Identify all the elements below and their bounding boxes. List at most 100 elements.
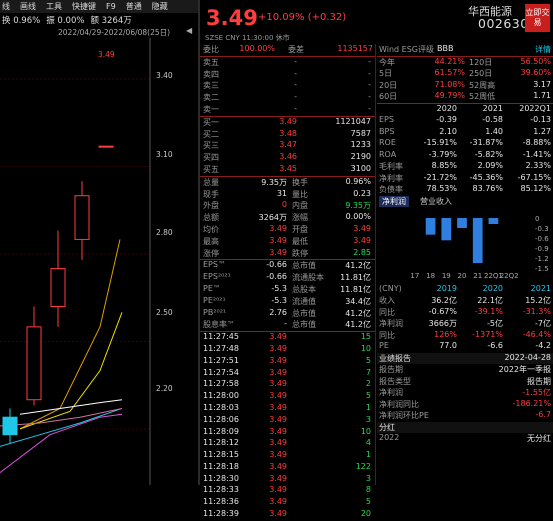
turnover-text: 换 0.96%	[2, 15, 41, 26]
menu-tools[interactable]: 工具	[46, 1, 62, 12]
bid-label: 买四	[203, 153, 219, 163]
menu-normal[interactable]: 普通	[126, 1, 142, 12]
menu-shortcut[interactable]: 快捷键	[72, 1, 96, 12]
bid-price: 3.47	[279, 140, 297, 150]
annual-value: 22.1亿	[477, 296, 503, 305]
tick-volume: 15	[360, 332, 371, 342]
ask-price: -	[294, 56, 297, 66]
tick-price: 3.49	[269, 379, 287, 389]
fin-row: 净利率 -21.72% -45.36% -67.15%	[377, 173, 553, 185]
tick-volume: 2	[365, 379, 371, 389]
menu-draw[interactable]: 画线	[20, 1, 36, 12]
tick-volume: 5	[365, 355, 371, 365]
diff-value: 1135157	[337, 44, 373, 53]
profit-bar	[441, 217, 452, 240]
tick-time: 11:27:58	[203, 379, 239, 389]
fund-value: 11.81亿	[340, 273, 371, 283]
stat-label: 均价	[203, 224, 219, 234]
bid-row[interactable]: 买三 3.47 1233	[200, 140, 375, 152]
ask-row[interactable]: 卖三 - -	[200, 80, 375, 92]
ask-volume: -	[368, 80, 371, 90]
ask-row[interactable]: 卖五 - -	[200, 57, 375, 69]
menu-hide[interactable]: 隐藏	[152, 1, 168, 12]
esg-detail-link[interactable]: 详情	[535, 44, 551, 55]
fin-label: 毛利率	[379, 162, 403, 171]
bid-price: 3.46	[279, 152, 297, 162]
bid-row[interactable]: 买二 3.48 7587	[200, 129, 375, 141]
diff-label: 委差	[288, 45, 304, 54]
annual-year: 2021	[530, 283, 551, 293]
fin-value: -3.79%	[428, 149, 457, 159]
tab-net-profit[interactable]: 净利润	[379, 195, 409, 207]
perf-value: 49.79%	[434, 91, 465, 100]
trade-button[interactable]: 立即交易	[525, 4, 550, 32]
tick-volume: 5	[365, 391, 371, 401]
fin-label: BPS	[379, 126, 395, 136]
tick-price: 3.49	[269, 343, 287, 353]
perf-label: 20日	[379, 80, 398, 90]
bar-xlabel: 17	[410, 272, 419, 280]
fund-value: -0.66	[266, 260, 287, 270]
fin-value: 2.10	[439, 126, 457, 136]
ask-row[interactable]: 卖二 - -	[200, 92, 375, 104]
profit-bar	[425, 217, 436, 235]
stat-label: 开盘	[292, 224, 308, 234]
tick-volume: 1	[365, 402, 371, 412]
tab-revenue[interactable]: 营业收入	[417, 196, 455, 207]
tick-volume: 20	[360, 509, 371, 519]
annual-value: 126%	[434, 329, 457, 339]
tick-price: 3.49	[269, 414, 287, 424]
fin-row: EPS -0.39 -0.58 -0.13	[377, 115, 553, 127]
menu-f9[interactable]: F9	[106, 2, 116, 11]
tick-price: 3.49	[269, 426, 287, 436]
fin-label: 负债率	[379, 185, 403, 194]
stat-label: 外盘	[203, 201, 219, 211]
stat-label: 最低	[292, 236, 308, 246]
report-value: -186.21%	[512, 398, 551, 408]
ask-row[interactable]: 卖一 - -	[200, 104, 375, 116]
annual-value: -1371%	[472, 329, 503, 339]
ask-row[interactable]: 卖四 - -	[200, 69, 375, 81]
fin-label: ROE	[379, 138, 396, 147]
perf-label: 52周低	[469, 92, 496, 101]
bar-ylabel: -0.6	[535, 235, 549, 243]
fund-row: PE™ -5.3 总股本 11.81亿	[200, 284, 375, 296]
report-label: 净利润环比PE	[379, 411, 429, 420]
bar-xlabel: 19	[442, 272, 451, 280]
fund-row: 股息率™ - 总市值 41.2亿	[200, 319, 375, 331]
stock-code: 002630	[478, 16, 529, 31]
ask-price: -	[294, 103, 297, 113]
dividend-value: 无分红	[527, 434, 551, 443]
fund-value: 2.76	[269, 307, 287, 317]
bid-row[interactable]: 买五 3.45 3100	[200, 164, 375, 176]
perf-label: 60日	[379, 92, 398, 101]
tick-time: 11:28:15	[203, 450, 239, 460]
ratio-value: 100.00%	[239, 44, 275, 53]
fin-value: -21.72%	[423, 172, 457, 182]
bid-row[interactable]: 买一 3.49 1121047	[200, 117, 375, 129]
report-row: 净利润同比 -186.21%	[377, 399, 553, 411]
stat-value: 0.96%	[345, 176, 371, 186]
tick-price: 3.49	[269, 509, 287, 519]
price-tick: 2.80	[156, 228, 173, 237]
tick-row: 11:28:09 3.49 10	[200, 427, 375, 439]
tick-time: 11:28:12	[203, 438, 239, 448]
menu-line[interactable]: 线	[2, 1, 10, 12]
fin-value: 2.09%	[477, 161, 503, 170]
annual-value: 15.2亿	[525, 296, 551, 305]
fund-label: 总市值	[292, 261, 316, 271]
tick-row: 11:28:39 3.49 20	[200, 509, 375, 521]
chevron-left-icon[interactable]: ◀	[186, 26, 192, 35]
fin-value: 8.85%	[431, 161, 457, 170]
stat-value: 3.49	[353, 235, 371, 245]
perf-value: 39.60%	[520, 68, 551, 77]
annual-value: -31.3%	[522, 306, 551, 316]
fin-year: 2020	[436, 103, 457, 113]
bar-xlabel: 20	[458, 272, 467, 280]
fund-row: PB²⁰²¹ 2.76 总市值 41.2亿	[200, 308, 375, 320]
fund-row: EPS²⁰²¹ -0.66 流通股本 11.81亿	[200, 272, 375, 284]
tick-time: 11:28:03	[203, 402, 239, 412]
bid-row[interactable]: 买四 3.46 2190	[200, 152, 375, 164]
profit-bar-svg: 0-0.3-0.6-0.9-1.2-1.517 18 19 20 21 22Q122Q2	[410, 215, 549, 280]
stat-value: 0.23	[353, 188, 371, 198]
